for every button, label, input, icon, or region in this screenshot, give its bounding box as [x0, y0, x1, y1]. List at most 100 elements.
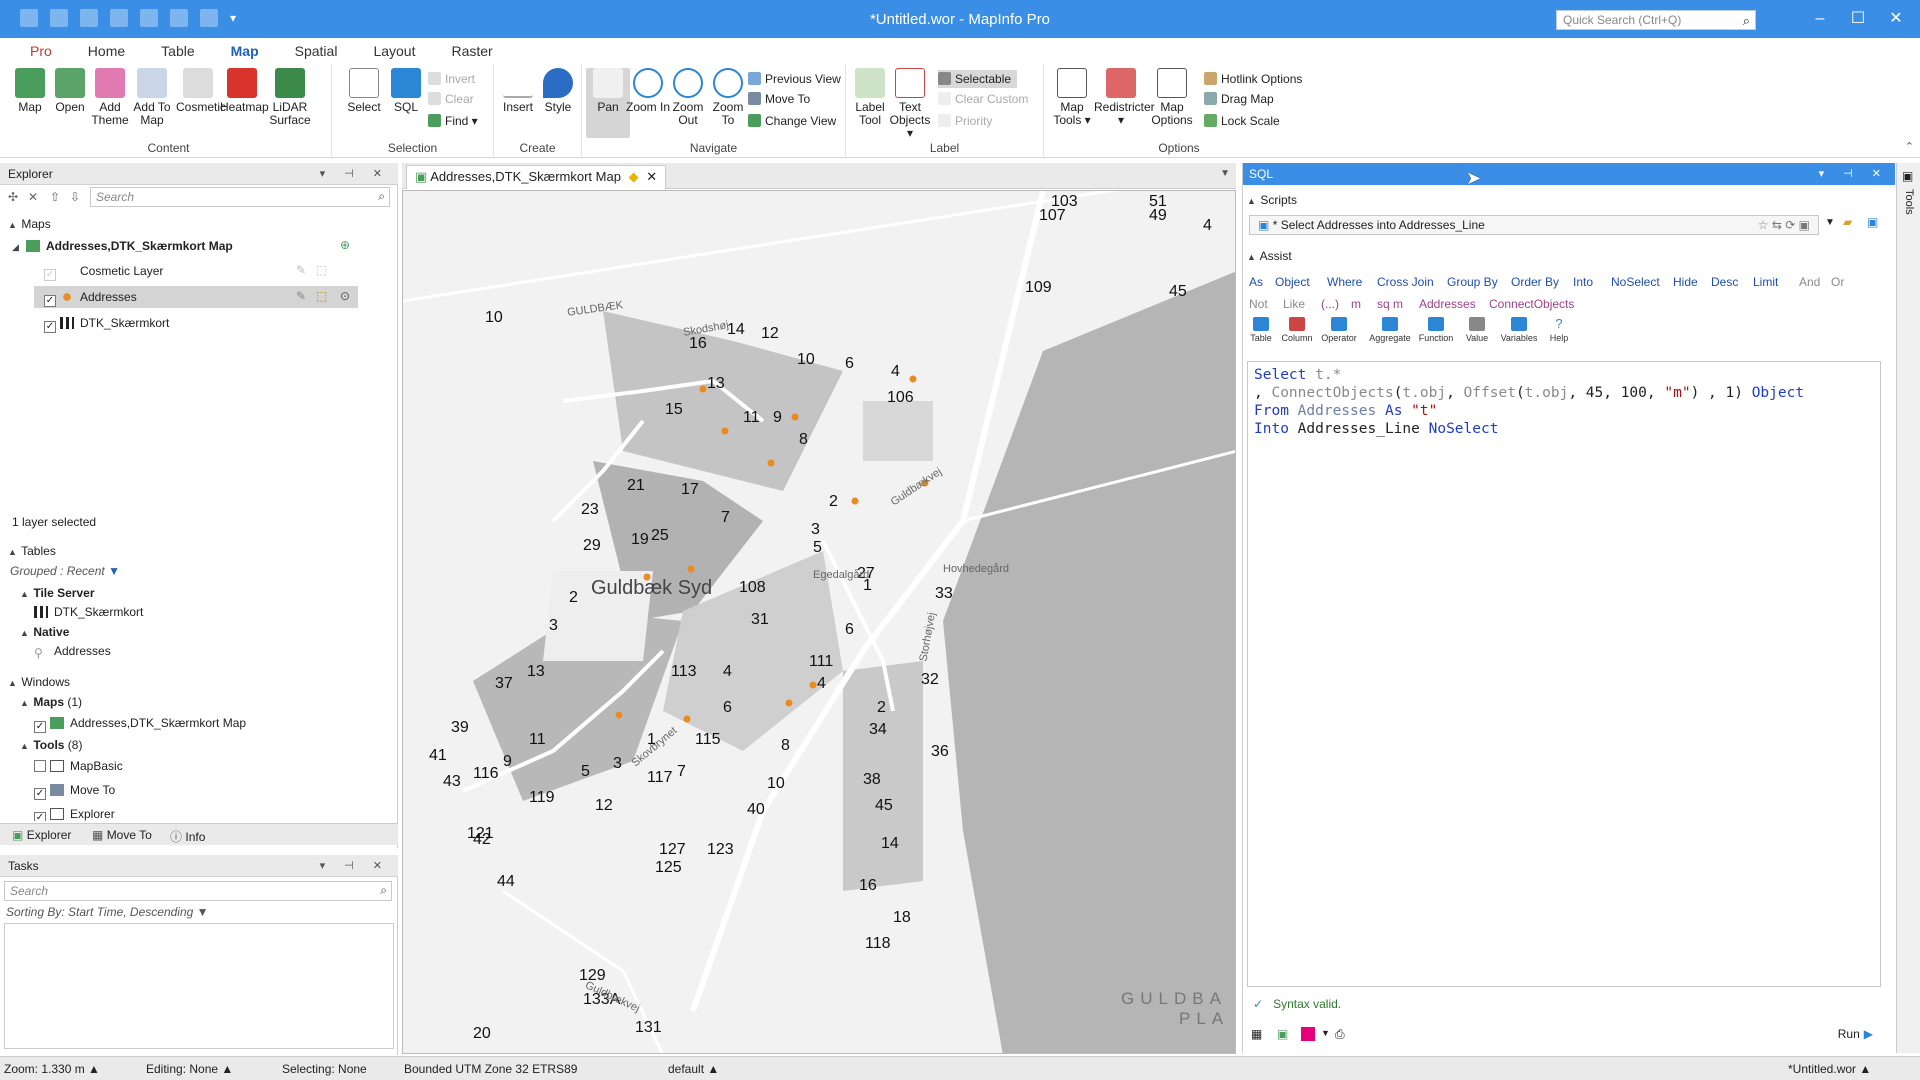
windows-section[interactable]: ▲ Windows	[8, 675, 70, 689]
search-icon[interactable]: ⌕	[1743, 13, 1750, 29]
assist-addresses[interactable]: Addresses	[1419, 297, 1476, 311]
invert-button[interactable]: Invert	[428, 70, 475, 88]
export-icon[interactable]: ⎙	[1335, 1027, 1345, 1042]
layer-style-icon[interactable]: ⊙	[340, 289, 350, 303]
table-addresses[interactable]: ⚲ Addresses	[34, 644, 111, 660]
pan-button[interactable]: Pan	[586, 68, 630, 138]
edit-pencil-icon[interactable]: ✎	[296, 289, 306, 303]
tab-map[interactable]: Map	[213, 38, 277, 64]
native-group[interactable]: ▲ Native	[20, 625, 69, 639]
assist-into[interactable]: Into	[1573, 275, 1593, 289]
tool-move-to[interactable]: ✓ Move To	[34, 783, 115, 800]
tab-spatial[interactable]: Spatial	[277, 38, 356, 64]
zoom-to-button[interactable]: Zoom To	[706, 68, 750, 127]
workspace-status[interactable]: *Untitled.wor ▲	[1788, 1062, 1871, 1076]
layer-control-icon[interactable]: ⊕	[340, 238, 350, 252]
cosmetic-layer-checkbox[interactable]: ✓	[44, 269, 56, 281]
priority-button[interactable]: Priority	[938, 112, 992, 130]
layer-addresses[interactable]: ✓ Addresses	[44, 290, 137, 307]
tab-home[interactable]: Home	[70, 38, 143, 64]
grouping-dropdown[interactable]: Grouped : Recent ▼	[10, 564, 120, 578]
maximize-button[interactable]: ☐	[1840, 8, 1876, 30]
assist-section[interactable]: ▲ Assist	[1247, 249, 1292, 263]
map-tools-button[interactable]: Map Tools ▾	[1050, 68, 1094, 127]
tab-table[interactable]: Table	[143, 38, 212, 64]
save-script-icon[interactable]: ▣	[1867, 215, 1878, 229]
maps-section[interactable]: ▲ Maps	[8, 217, 51, 231]
label-tool-button[interactable]: Label Tool	[848, 68, 892, 127]
tab-raster[interactable]: Raster	[433, 38, 510, 64]
bottom-tab-info[interactable]: ⓘ Info	[170, 828, 205, 845]
tool-mapbasic[interactable]: MapBasic	[34, 759, 123, 773]
heatmap-button[interactable]: Heatmap	[220, 68, 269, 114]
assist-group-by[interactable]: Group By	[1447, 275, 1498, 289]
change-view-button[interactable]: Change View	[748, 112, 836, 130]
address-point[interactable]	[791, 413, 799, 421]
map-button[interactable]: Map	[8, 68, 52, 114]
assist-variables-button[interactable]: Variables	[1497, 317, 1541, 343]
quick-search-input[interactable]: Quick Search (Ctrl+Q) ⌕	[1556, 10, 1756, 30]
assist-connectobjects[interactable]: ConnectObjects	[1489, 297, 1574, 311]
style-status[interactable]: default ▲	[668, 1062, 719, 1076]
tasks-panel-controls[interactable]: ▾ ⊣ ✕	[320, 855, 390, 877]
edit-pencil-icon[interactable]: ✎	[296, 263, 306, 277]
map-node[interactable]: ◢ Addresses,DTK_Skærmkort Map	[12, 239, 233, 253]
clear-button[interactable]: Clear	[428, 90, 474, 108]
address-point[interactable]	[683, 715, 691, 723]
color-dropdown-icon[interactable]: ▼	[1321, 1028, 1330, 1038]
window-map-item[interactable]: ✓ Addresses,DTK_Skærmkort Map	[34, 716, 246, 733]
map-options-button[interactable]: Map Options	[1150, 68, 1194, 127]
assist-unit-m[interactable]: m	[1351, 297, 1361, 311]
clear-custom-button[interactable]: Clear Custom	[938, 90, 1028, 108]
redistricter-button[interactable]: Redistricter ▾	[1094, 68, 1155, 127]
window-map-checkbox[interactable]: ✓	[34, 721, 46, 733]
tab-pro[interactable]: Pro	[12, 38, 70, 64]
tool-explorer[interactable]: ✓ Explorer	[34, 807, 115, 821]
sql-panel-controls[interactable]: ▾ ⊣ ✕	[1819, 163, 1889, 185]
explorer-search-input[interactable]: Search ⌕	[90, 187, 390, 207]
mapbasic-checkbox[interactable]	[34, 760, 46, 772]
scripts-section[interactable]: ▲ Scripts	[1247, 193, 1297, 207]
add-layer-icon[interactable]: ✣	[8, 190, 18, 204]
address-point[interactable]	[767, 459, 775, 467]
move-to-button[interactable]: Move To	[748, 90, 810, 108]
dtk-layer-checkbox[interactable]: ✓	[44, 321, 56, 333]
remove-layer-icon[interactable]: ✕	[28, 190, 38, 204]
run-button[interactable]: Run ▶	[1838, 1027, 1873, 1041]
explorer-panel-controls[interactable]: ▾ ⊣ ✕	[320, 163, 390, 185]
move-up-icon[interactable]: ⇧	[50, 190, 60, 204]
sql-editor[interactable]: Select t.* , ConnectObjects(t.obj, Offse…	[1247, 361, 1881, 987]
drag-map-button[interactable]: Drag Map	[1204, 90, 1274, 108]
find-button[interactable]: Find ▾	[428, 112, 478, 130]
tasks-search-input[interactable]: Search ⌕	[4, 881, 392, 901]
previous-view-button[interactable]: Previous View	[748, 70, 841, 88]
search-icon[interactable]: ⌕	[378, 189, 385, 204]
script-dropdown-arrow-icon[interactable]: ▼	[1825, 217, 1835, 228]
zoom-out-button[interactable]: Zoom Out	[666, 68, 710, 127]
address-point[interactable]	[699, 385, 707, 393]
text-objects-button[interactable]: Text Objects ▾	[888, 68, 932, 140]
move-to-checkbox[interactable]: ✓	[34, 788, 46, 800]
search-icon[interactable]: ⌕	[380, 883, 387, 898]
address-point[interactable]	[785, 699, 793, 707]
assist-parentheses[interactable]: (...)	[1321, 297, 1339, 311]
layer-cosmetic[interactable]: ✓ Cosmetic Layer	[44, 264, 163, 281]
zoom-status[interactable]: Zoom: 1.330 m ▲	[4, 1062, 100, 1076]
assist-aggregate-button[interactable]: Aggregate	[1367, 317, 1413, 343]
map-results-icon[interactable]: ▣	[1277, 1027, 1288, 1041]
assist-cross-join[interactable]: Cross Join	[1377, 275, 1434, 289]
selectable-layer-icon[interactable]: ⬚	[316, 289, 327, 303]
address-point[interactable]	[909, 375, 917, 383]
assist-operator-button[interactable]: Operator	[1321, 317, 1357, 343]
close-button[interactable]: ✕	[1878, 8, 1914, 30]
tools-group[interactable]: ▲ Tools (8)	[20, 738, 82, 752]
assist-value-button[interactable]: Value	[1459, 317, 1495, 343]
tab-layout[interactable]: Layout	[355, 38, 433, 64]
assist-noselect[interactable]: NoSelect	[1611, 275, 1660, 289]
selectable-button[interactable]: Selectable	[938, 70, 1018, 88]
open-button[interactable]: Open	[48, 68, 92, 114]
map-document-tab[interactable]: ▣ Addresses,DTK_Skærmkort Map ◆ ✕	[406, 165, 667, 189]
insert-button[interactable]: Insert	[496, 68, 540, 114]
highlight-color-icon[interactable]	[1301, 1027, 1315, 1041]
tab-list-dropdown-icon[interactable]: ▼	[1220, 168, 1230, 179]
